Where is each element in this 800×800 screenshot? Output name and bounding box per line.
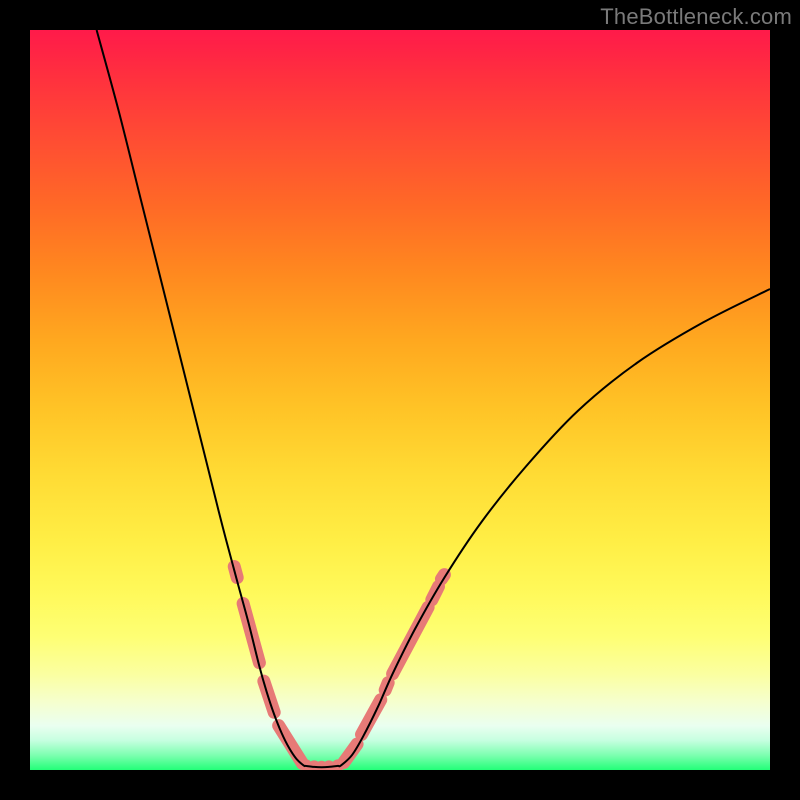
watermark-text: TheBottleneck.com [600,4,792,30]
marker-dots-group [234,567,444,771]
plot-area [30,30,770,770]
chart-svg [30,30,770,770]
bottleneck-curve [97,30,770,767]
marker-pill [279,726,303,764]
marker-pill [344,744,357,763]
chart-frame: TheBottleneck.com [0,0,800,800]
